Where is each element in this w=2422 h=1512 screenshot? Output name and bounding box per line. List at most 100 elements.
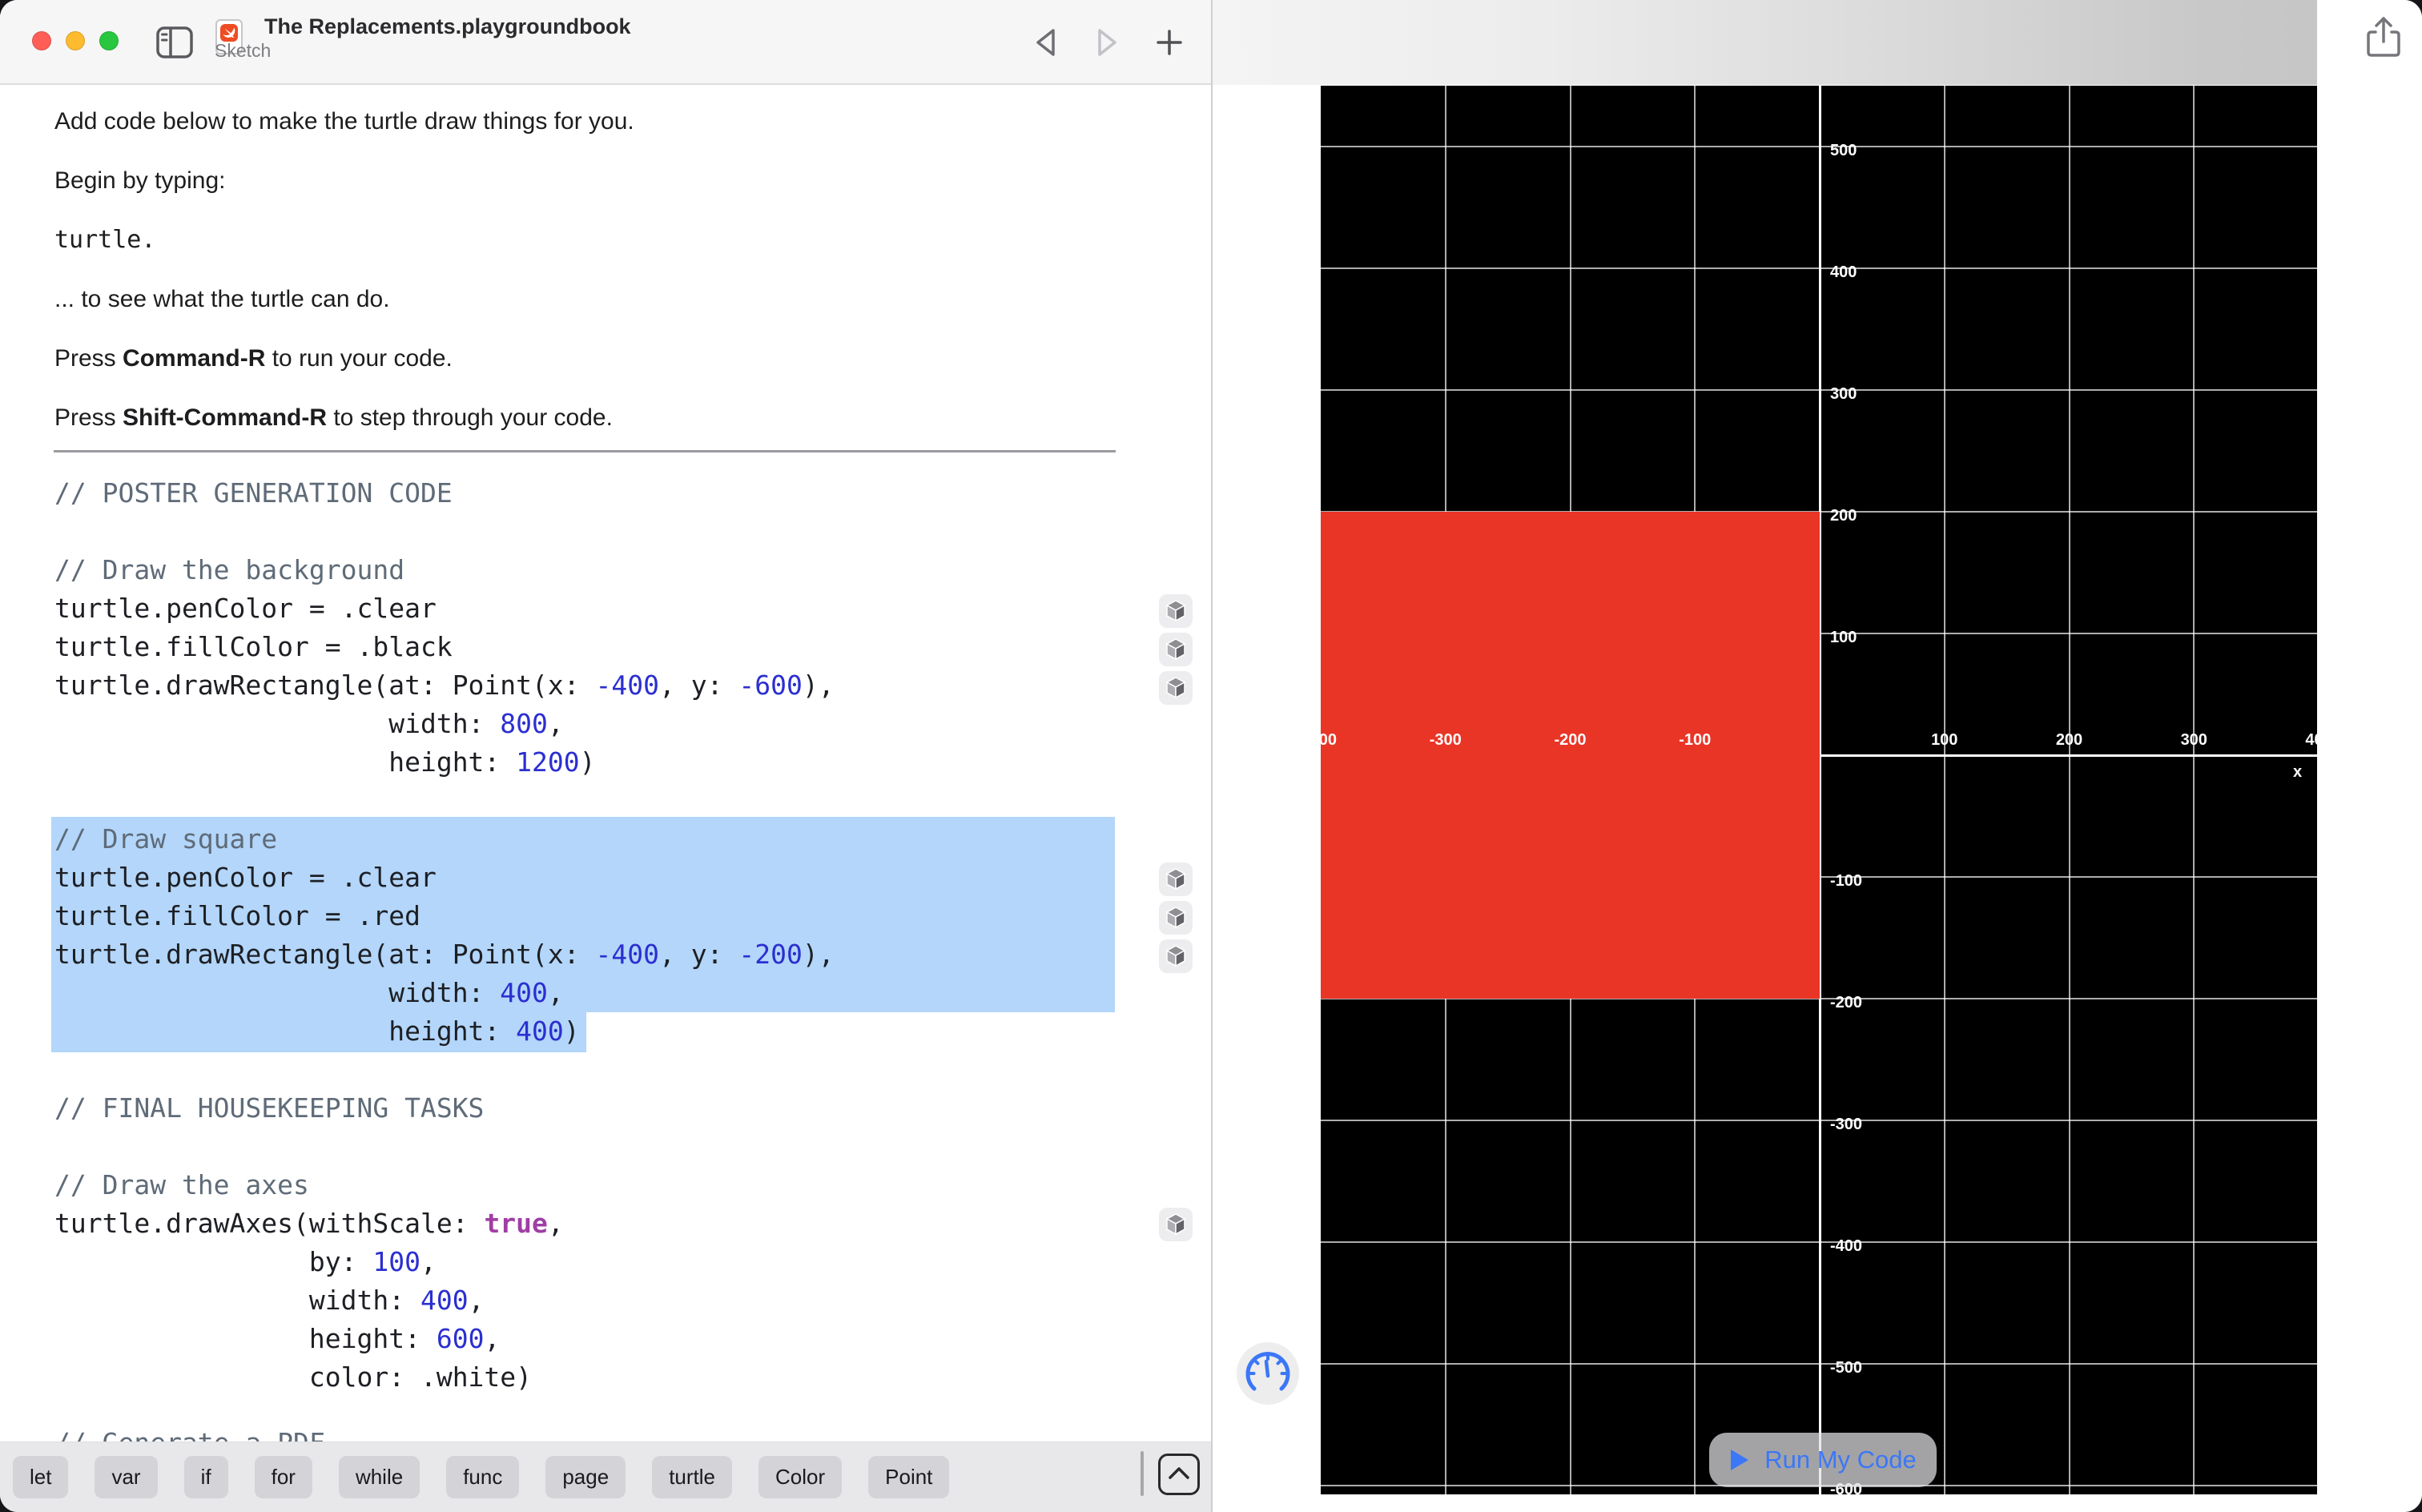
play-icon bbox=[1729, 1448, 1750, 1472]
playgrounds-window: The Replacements.playgroundbook Sketch bbox=[0, 0, 2422, 1512]
instruction-paragraph: Add code below to make the turtle draw t… bbox=[54, 107, 1120, 136]
code-line[interactable]: // FINAL HOUSEKEEPING TASKS bbox=[54, 1089, 564, 1128]
navigate-forward-button[interactable] bbox=[1088, 24, 1126, 62]
gridline bbox=[2193, 86, 2195, 1494]
keyword-button-func[interactable]: func bbox=[446, 1456, 519, 1498]
code-section-poster[interactable]: // POSTER GENERATION CODE // Draw the ba… bbox=[54, 474, 835, 782]
pane-divider[interactable] bbox=[1211, 0, 1213, 1512]
keyword-button-Point[interactable]: Point bbox=[868, 1456, 949, 1498]
section-divider bbox=[54, 450, 1116, 452]
x-axis-tick-label: -300 bbox=[1430, 731, 1462, 750]
code-line[interactable]: turtle.drawRectangle(at: Point(x: -400, … bbox=[54, 666, 835, 705]
navigate-back-button[interactable] bbox=[1027, 24, 1065, 62]
toolbar-shadow-gradient bbox=[1213, 0, 2317, 85]
result-cube-button[interactable] bbox=[1159, 939, 1193, 973]
y-axis-tick-label: 400 bbox=[1830, 263, 1857, 282]
instruction-paragraph: Press Shift-Command-R to step through yo… bbox=[54, 403, 1120, 432]
y-axis-tick-label: -400 bbox=[1830, 1237, 1862, 1256]
cube-icon bbox=[1159, 901, 1193, 935]
code-line[interactable]: // Draw the background bbox=[54, 551, 835, 589]
code-line[interactable]: height: 600, bbox=[54, 1320, 564, 1358]
instruction-paragraph: Press Command-R to run your code. bbox=[54, 344, 1120, 373]
add-page-button[interactable] bbox=[1150, 24, 1189, 62]
y-axis-tick-label: 500 bbox=[1830, 142, 1857, 160]
code-line[interactable]: turtle.drawAxes(withScale: true, bbox=[54, 1204, 564, 1243]
y-axis-tick-label: -500 bbox=[1830, 1359, 1862, 1377]
code-line[interactable]: // Draw square bbox=[54, 820, 835, 859]
code-line[interactable]: turtle.fillColor = .red bbox=[54, 897, 835, 935]
code-line[interactable]: width: 400, bbox=[54, 974, 835, 1012]
keyword-button-for[interactable]: for bbox=[255, 1456, 312, 1498]
result-cube-button[interactable] bbox=[1159, 863, 1193, 896]
editor-pane: The Replacements.playgroundbook Sketch bbox=[0, 0, 1211, 1512]
x-axis-tick-label: -400 bbox=[1321, 731, 1337, 750]
x-axis-tick-label: -200 bbox=[1554, 731, 1586, 750]
instructions-block: Add code below to make the turtle draw t… bbox=[54, 86, 1120, 462]
code-line[interactable]: // Draw the axes bbox=[54, 1166, 564, 1204]
gridline bbox=[2069, 86, 2070, 1494]
code-section-draw-square[interactable]: // Draw squareturtle.penColor = .cleartu… bbox=[54, 820, 835, 1051]
code-line[interactable] bbox=[54, 1128, 564, 1166]
scrollbar[interactable] bbox=[1141, 1451, 1144, 1496]
share-icon bbox=[2364, 16, 2403, 59]
code-line[interactable]: turtle.drawRectangle(at: Point(x: -400, … bbox=[54, 935, 835, 974]
share-button[interactable] bbox=[2364, 16, 2403, 59]
code-line[interactable]: width: 800, bbox=[54, 705, 835, 743]
keyword-button-turtle[interactable]: turtle bbox=[652, 1456, 732, 1498]
zoom-window-button[interactable] bbox=[99, 31, 119, 50]
cube-icon bbox=[1159, 863, 1193, 896]
gridline bbox=[1321, 1120, 2317, 1121]
gridline bbox=[1321, 1241, 2317, 1243]
keyword-button-Color[interactable]: Color bbox=[758, 1456, 842, 1498]
plus-icon bbox=[1153, 26, 1185, 58]
result-cube-button[interactable] bbox=[1159, 633, 1193, 666]
y-axis-tick-label: 200 bbox=[1830, 507, 1857, 525]
keyword-button-var[interactable]: var bbox=[95, 1456, 157, 1498]
code-line[interactable]: by: 100, bbox=[54, 1243, 564, 1281]
sidebar-icon bbox=[155, 25, 194, 60]
page-subtitle: Sketch bbox=[215, 40, 271, 62]
result-cube-button[interactable] bbox=[1159, 1208, 1193, 1241]
code-line[interactable]: height: 1200) bbox=[54, 743, 835, 782]
result-cube-button[interactable] bbox=[1159, 594, 1193, 628]
x-axis-tick-label: 200 bbox=[2056, 731, 2082, 750]
code-line[interactable]: color: .white) bbox=[54, 1358, 564, 1397]
gridline bbox=[1321, 267, 2317, 269]
turtle-canvas: Run My Code -400 -300 -200 -100 100 200 300 400… bbox=[1321, 86, 2317, 1494]
run-button-label: Run My Code bbox=[1764, 1446, 1917, 1474]
keyword-button-if[interactable]: if bbox=[184, 1456, 228, 1498]
code-line[interactable]: turtle.penColor = .clear bbox=[54, 589, 835, 628]
result-cube-button[interactable] bbox=[1159, 671, 1193, 705]
keyword-button-list: letvariffor while func page turtle Color Point bbox=[13, 1456, 949, 1498]
run-my-code-button[interactable]: Run My Code bbox=[1709, 1433, 1937, 1487]
gridline bbox=[1321, 389, 2317, 391]
y-axis-tick-label: 100 bbox=[1830, 629, 1857, 647]
code-line[interactable]: width: 400, bbox=[54, 1281, 564, 1320]
code-hint: turtle. bbox=[54, 225, 1120, 255]
gridline bbox=[1321, 146, 2317, 147]
keyword-button-while[interactable]: while bbox=[339, 1456, 420, 1498]
cube-icon bbox=[1159, 671, 1193, 705]
code-line[interactable]: turtle.penColor = .clear bbox=[54, 859, 835, 897]
sidebar-toggle-button[interactable] bbox=[155, 25, 194, 60]
run-speed-control[interactable] bbox=[1237, 1342, 1299, 1405]
window-toolbar: The Replacements.playgroundbook Sketch bbox=[0, 0, 1211, 85]
keyword-shortcut-bar: letvariffor while func page turtle Color Point bbox=[0, 1442, 1211, 1512]
cube-icon bbox=[1159, 939, 1193, 973]
keyword-button-let[interactable]: let bbox=[13, 1456, 68, 1498]
y-axis-tick-label: 300 bbox=[1830, 385, 1857, 404]
expand-shortcuts-button[interactable] bbox=[1158, 1454, 1200, 1495]
code-line[interactable]: height: 400) bbox=[54, 1012, 835, 1051]
y-axis-tick-label: -100 bbox=[1830, 872, 1862, 891]
code-section-housekeeping[interactable]: // FINAL HOUSEKEEPING TASKS // Draw the … bbox=[54, 1089, 564, 1397]
forward-icon bbox=[1092, 26, 1121, 58]
keyword-button-page[interactable]: page bbox=[545, 1456, 626, 1498]
code-line[interactable] bbox=[54, 513, 835, 551]
code-line[interactable]: turtle.fillColor = .black bbox=[54, 628, 835, 666]
speedometer-icon bbox=[1237, 1342, 1299, 1405]
code-line[interactable]: // POSTER GENERATION CODE bbox=[54, 474, 835, 513]
back-icon bbox=[1032, 26, 1060, 58]
result-cube-button[interactable] bbox=[1159, 901, 1193, 935]
close-window-button[interactable] bbox=[32, 31, 51, 50]
minimize-window-button[interactable] bbox=[66, 31, 85, 50]
